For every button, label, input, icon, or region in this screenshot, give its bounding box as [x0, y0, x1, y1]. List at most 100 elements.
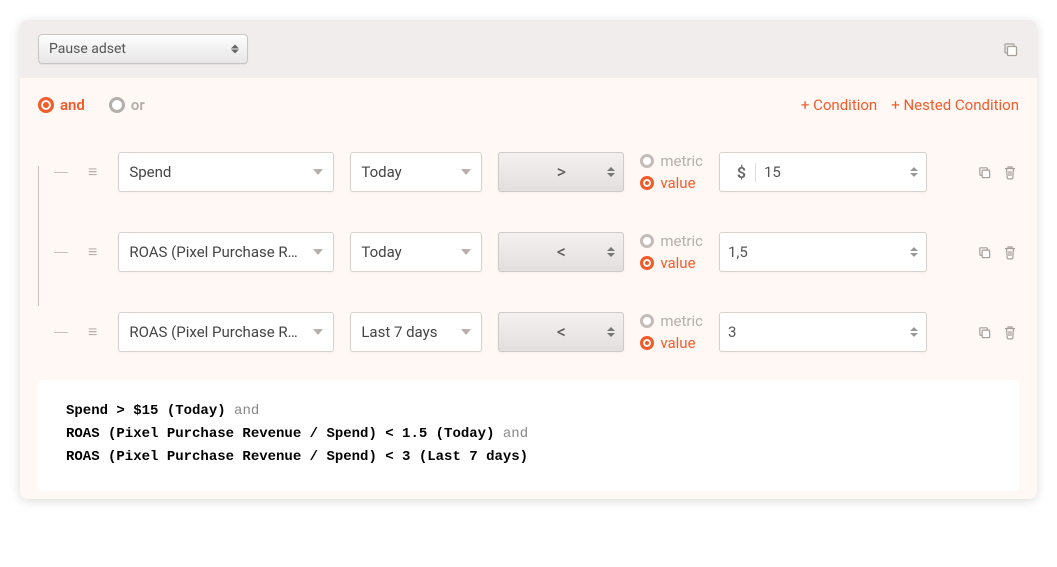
compare-metric-label: metric	[660, 232, 703, 250]
time-range-select[interactable]: Today	[350, 232, 482, 272]
time-range-select[interactable]: Today	[350, 152, 482, 192]
time-range-value: Today	[361, 163, 419, 181]
stepper-icon[interactable]	[910, 327, 918, 337]
metric-select-value: Spend	[129, 163, 189, 181]
radio-on-icon	[38, 97, 54, 113]
logic-and-label: and	[60, 96, 85, 114]
compare-value-label: value	[660, 174, 695, 192]
drag-handle-icon[interactable]: ≡	[84, 244, 102, 260]
time-range-select[interactable]: Last 7 days	[350, 312, 482, 352]
add-condition-link[interactable]: + Condition	[801, 96, 877, 114]
time-range-value: Today	[361, 243, 419, 261]
metric-select[interactable]: ROAS (Pixel Purchase Revenue / Spend)	[118, 312, 334, 352]
compare-value-radio[interactable]: value	[640, 254, 703, 272]
action-select[interactable]: Pause adset	[38, 34, 248, 64]
stepper-icon[interactable]	[910, 247, 918, 257]
radio-on-icon	[640, 336, 654, 350]
value-input[interactable]: 1,5	[719, 232, 927, 272]
radio-off-icon	[640, 154, 654, 168]
caret-down-icon	[313, 249, 323, 255]
value-text: 3	[728, 323, 910, 341]
operator-select[interactable]: <	[498, 312, 624, 352]
caret-down-icon	[461, 169, 471, 175]
condition-row: ≡ ROAS (Pixel Purchase Revenue / Spend) …	[38, 302, 1019, 370]
compare-value-radio[interactable]: value	[640, 334, 703, 352]
caret-down-icon	[461, 329, 471, 335]
metric-select[interactable]: Spend	[118, 152, 334, 192]
radio-off-icon	[640, 234, 654, 248]
metric-select[interactable]: ROAS (Pixel Purchase Revenue / Spend)	[118, 232, 334, 272]
summary-connector: and	[494, 426, 528, 442]
radio-off-icon	[640, 314, 654, 328]
row-connector	[38, 252, 68, 253]
radio-on-icon	[640, 256, 654, 270]
metric-select-value: ROAS (Pixel Purchase Revenue / Spend)	[129, 323, 323, 341]
select-arrows-icon	[607, 167, 615, 177]
compare-type-group: metric value	[640, 312, 703, 352]
stepper-icon[interactable]	[910, 167, 918, 177]
value-input[interactable]: $ 15	[719, 152, 927, 192]
row-actions	[975, 323, 1019, 341]
compare-metric-label: metric	[660, 312, 703, 330]
time-range-value: Last 7 days	[361, 323, 455, 341]
compare-type-group: metric value	[640, 152, 703, 192]
row-actions	[975, 243, 1019, 261]
rule-builder-card: Pause adset and or + Condition	[20, 20, 1037, 499]
operator-value: <	[557, 322, 566, 343]
compare-value-label: value	[660, 334, 695, 352]
caret-down-icon	[313, 169, 323, 175]
delete-row-icon[interactable]	[1001, 243, 1019, 261]
condition-row: ≡ Spend Today > metric	[38, 142, 1019, 222]
drag-handle-icon[interactable]: ≡	[84, 324, 102, 340]
value-input[interactable]: 3	[719, 312, 927, 352]
operator-value: <	[557, 242, 566, 263]
duplicate-row-icon[interactable]	[975, 163, 993, 181]
summary-line: ROAS (Pixel Purchase Revenue / Spend) < …	[66, 423, 991, 446]
duplicate-row-icon[interactable]	[975, 323, 993, 341]
duplicate-rule-icon[interactable]	[1001, 40, 1019, 58]
compare-metric-radio[interactable]: metric	[640, 312, 703, 330]
select-arrows-icon	[231, 45, 239, 54]
operator-value: >	[557, 162, 566, 183]
condition-row: ≡ ROAS (Pixel Purchase Revenue / Spend) …	[38, 222, 1019, 302]
radio-on-icon	[640, 176, 654, 190]
metric-select-value: ROAS (Pixel Purchase Revenue / Spend)	[129, 243, 323, 261]
summary-text: Spend > $15 (Today)	[66, 403, 226, 419]
caret-down-icon	[313, 329, 323, 335]
add-links: + Condition + Nested Condition	[801, 96, 1019, 114]
row-connector	[38, 172, 68, 173]
compare-metric-label: metric	[660, 152, 703, 170]
compare-value-radio[interactable]: value	[640, 174, 703, 192]
operator-select[interactable]: <	[498, 232, 624, 272]
summary-text: ROAS (Pixel Purchase Revenue / Spend) < …	[66, 426, 494, 442]
conditions-area: and or + Condition + Nested Condition ≡ …	[20, 78, 1037, 499]
action-select-value: Pause adset	[49, 41, 126, 57]
summary-connector: and	[226, 403, 260, 419]
row-connector	[38, 332, 68, 333]
summary-line: Spend > $15 (Today) and	[66, 400, 991, 423]
logic-and-radio[interactable]: and	[38, 96, 85, 114]
compare-type-group: metric value	[640, 232, 703, 272]
summary-line: ROAS (Pixel Purchase Revenue / Spend) < …	[66, 446, 991, 469]
value-text: 15	[764, 163, 910, 181]
drag-handle-icon[interactable]: ≡	[84, 164, 102, 180]
select-arrows-icon	[607, 327, 615, 337]
row-actions	[975, 163, 1019, 181]
compare-metric-radio[interactable]: metric	[640, 232, 703, 250]
conditions-list: ≡ Spend Today > metric	[38, 142, 1019, 370]
compare-metric-radio[interactable]: metric	[640, 152, 703, 170]
select-arrows-icon	[607, 247, 615, 257]
value-text: 1,5	[728, 243, 910, 261]
operator-select[interactable]: >	[498, 152, 624, 192]
delete-row-icon[interactable]	[1001, 163, 1019, 181]
logic-or-label: or	[131, 96, 145, 114]
rule-summary: Spend > $15 (Today) and ROAS (Pixel Purc…	[38, 380, 1019, 491]
summary-text: ROAS (Pixel Purchase Revenue / Spend) < …	[66, 449, 528, 465]
logic-or-radio[interactable]: or	[109, 96, 145, 114]
header-bar: Pause adset	[20, 20, 1037, 78]
add-nested-condition-link[interactable]: + Nested Condition	[891, 96, 1019, 114]
value-prefix: $	[728, 163, 756, 182]
compare-value-label: value	[660, 254, 695, 272]
duplicate-row-icon[interactable]	[975, 243, 993, 261]
delete-row-icon[interactable]	[1001, 323, 1019, 341]
